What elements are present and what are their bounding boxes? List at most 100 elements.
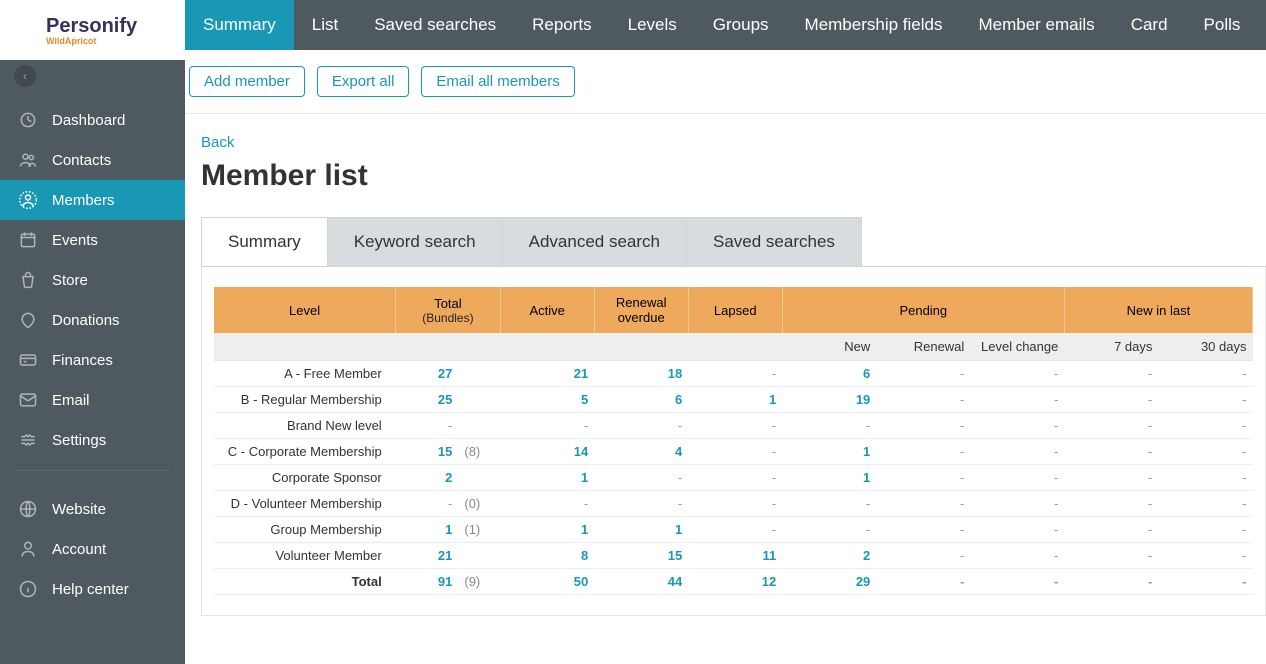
cell-value: - [876,361,970,387]
sidebar-item-label: Dashboard [52,112,125,129]
cell-value: - [1158,491,1252,517]
sidebar-separator [16,470,169,471]
cell-value: - [1158,517,1252,543]
table-row: Volunteer Member21815112---- [214,543,1253,569]
cell-level-name: D - Volunteer Membership [214,491,396,517]
cell-value: - [876,491,970,517]
cell-bundles: (8) [458,439,500,465]
cell-value[interactable]: 44 [594,569,688,595]
cell-value[interactable]: 1 [500,517,594,543]
topnav-item-summary[interactable]: Summary [185,0,294,50]
sidebar-item-events[interactable]: Events [0,220,185,260]
cell-value[interactable]: 29 [782,569,876,595]
action-bar: Add member Export all Email all members [185,50,1266,114]
cell-value[interactable]: 15 [396,439,459,465]
cell-value: - [782,491,876,517]
events-icon [16,228,40,252]
sidebar-item-email[interactable]: Email [0,380,185,420]
cell-value[interactable]: 21 [500,361,594,387]
sidebar-item-finances[interactable]: Finances [0,340,185,380]
sidebar-collapse-button[interactable]: ‹ [0,60,185,92]
cell-value: - [782,413,876,439]
sidebar-item-help-center[interactable]: Help center [0,569,185,609]
cell-value[interactable]: 8 [500,543,594,569]
topnav-item-membership-fields[interactable]: Membership fields [787,0,961,50]
cell-value[interactable]: 11 [688,543,782,569]
cell-value[interactable]: 50 [500,569,594,595]
cell-value[interactable]: 1 [688,387,782,413]
contacts-icon [16,148,40,172]
cell-value: - [1158,465,1252,491]
tab-advanced-search[interactable]: Advanced search [502,217,687,266]
dashboard-icon [16,108,40,132]
cell-bundles: (9) [458,569,500,595]
cell-bundles [458,387,500,413]
cell-value[interactable]: 1 [594,517,688,543]
sidebar-item-donations[interactable]: Donations [0,300,185,340]
cell-level-name: Total [214,569,396,595]
topnav-item-saved-searches[interactable]: Saved searches [356,0,514,50]
cell-value: - [396,491,459,517]
cell-value: - [688,439,782,465]
cell-value[interactable]: 14 [500,439,594,465]
topnav-item-card[interactable]: Card [1113,0,1186,50]
cell-value[interactable]: 2 [782,543,876,569]
topnav-item-levels[interactable]: Levels [610,0,695,50]
cell-value[interactable]: 18 [594,361,688,387]
brand-name: Personify [46,15,137,38]
sidebar-item-label: Events [52,232,98,249]
sidebar-item-label: Members [52,192,115,209]
cell-value: - [970,465,1064,491]
th-new: New [782,333,876,361]
sidebar-item-website[interactable]: Website [0,489,185,529]
table-row: A - Free Member272118-6---- [214,361,1253,387]
cell-level-name: Brand New level [214,413,396,439]
cell-level-name: C - Corporate Membership [214,439,396,465]
sidebar-item-settings[interactable]: Settings [0,420,185,460]
sidebar-item-dashboard[interactable]: Dashboard [0,100,185,140]
cell-value: - [1158,569,1252,595]
th-active: Active [500,287,594,333]
cell-value: - [1064,413,1158,439]
cell-value[interactable]: 2 [396,465,459,491]
top-nav: SummaryListSaved searchesReportsLevelsGr… [185,0,1266,50]
main-area: SummaryListSaved searchesReportsLevelsGr… [185,0,1266,664]
export-all-button[interactable]: Export all [317,66,410,97]
cell-value[interactable]: 1 [782,465,876,491]
cell-value[interactable]: 19 [782,387,876,413]
th-lapsed: Lapsed [688,287,782,333]
cell-value[interactable]: 1 [396,517,459,543]
cell-value[interactable]: 1 [500,465,594,491]
cell-value[interactable]: 15 [594,543,688,569]
topnav-item-reports[interactable]: Reports [514,0,610,50]
sidebar-item-contacts[interactable]: Contacts [0,140,185,180]
cell-value: - [1158,543,1252,569]
cell-value: - [970,361,1064,387]
cell-value[interactable]: 25 [396,387,459,413]
back-link[interactable]: Back [201,134,234,151]
add-member-button[interactable]: Add member [189,66,305,97]
cell-value[interactable]: 12 [688,569,782,595]
email-all-members-button[interactable]: Email all members [421,66,574,97]
tab-summary[interactable]: Summary [201,217,328,266]
topnav-item-member-emails[interactable]: Member emails [960,0,1112,50]
sidebar-item-members[interactable]: Members [0,180,185,220]
topnav-item-polls[interactable]: Polls [1186,0,1259,50]
cell-value[interactable]: 4 [594,439,688,465]
sidebar-item-account[interactable]: Account [0,529,185,569]
cell-value[interactable]: 6 [594,387,688,413]
cell-value[interactable]: 91 [396,569,459,595]
sidebar-item-store[interactable]: Store [0,260,185,300]
cell-value[interactable]: 6 [782,361,876,387]
cell-value[interactable]: 27 [396,361,459,387]
tab-saved-searches[interactable]: Saved searches [686,217,862,266]
cell-value: - [594,413,688,439]
topnav-item-list[interactable]: List [294,0,356,50]
cell-value[interactable]: 21 [396,543,459,569]
cell-value: - [876,569,970,595]
cell-value[interactable]: 1 [782,439,876,465]
table-row: D - Volunteer Membership-(0)-------- [214,491,1253,517]
topnav-item-groups[interactable]: Groups [695,0,787,50]
tab-keyword-search[interactable]: Keyword search [327,217,503,266]
cell-value[interactable]: 5 [500,387,594,413]
